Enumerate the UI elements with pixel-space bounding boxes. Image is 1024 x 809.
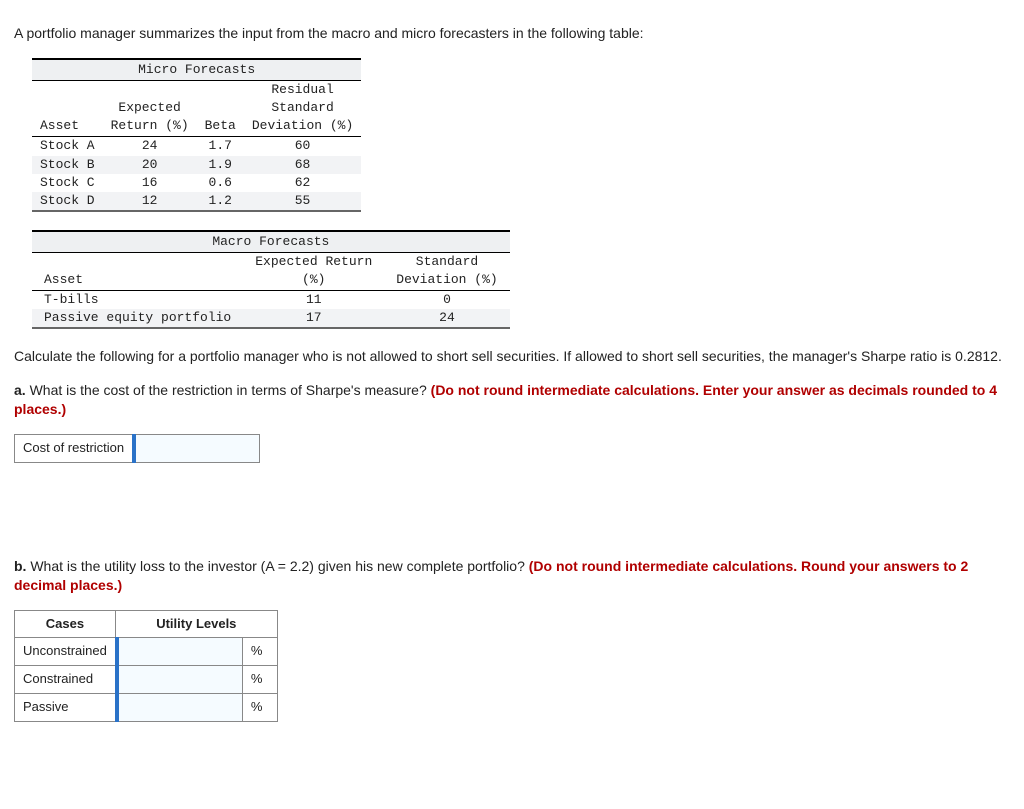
table-row: Stock D 12 1.2 55 [32, 192, 361, 211]
passive-input[interactable] [124, 697, 234, 718]
qa-text: What is the cost of the restriction in t… [26, 382, 431, 398]
micro-hdr-beta: Beta [197, 80, 244, 137]
table-row: Constrained % [15, 666, 278, 694]
case-label: Passive [15, 694, 116, 722]
constrained-input[interactable] [124, 669, 234, 690]
micro-hdr-expected: Expected Return (%) [103, 80, 197, 137]
qa-prefix: a. [14, 382, 26, 398]
macro-forecasts-table: Macro Forecasts Asset Expected Return (%… [32, 230, 510, 329]
input-marker-icon [115, 637, 119, 666]
micro-hdr-asset: Asset [32, 80, 103, 137]
constrained-input-cell[interactable] [115, 666, 242, 694]
macro-hdr-sd: Standard Deviation (%) [384, 253, 509, 290]
qb-text: What is the utility loss to the investor… [26, 558, 528, 574]
passive-input-cell[interactable] [115, 694, 242, 722]
table-row: Passive equity portfolio 17 24 [32, 309, 510, 328]
intro-text: A portfolio manager summarizes the input… [14, 24, 1010, 44]
case-label: Unconstrained [15, 638, 116, 666]
case-label: Constrained [15, 666, 116, 694]
micro-hdr-residual: Residual Standard Deviation (%) [244, 80, 361, 137]
table-row: Stock A 24 1.7 60 [32, 137, 361, 156]
utility-levels-header: Utility Levels [115, 611, 277, 638]
percent-suffix: % [242, 638, 277, 666]
micro-title: Micro Forecasts [32, 59, 361, 81]
cost-input[interactable] [141, 438, 251, 459]
micro-forecasts-table: Micro Forecasts Asset Expected Return (%… [32, 58, 361, 213]
utility-levels-table: Cases Utility Levels Unconstrained % Con… [14, 610, 278, 722]
question-a: a. What is the cost of the restriction i… [14, 381, 1010, 420]
unconstrained-input-cell[interactable] [115, 638, 242, 666]
calc-text: Calculate the following for a portfolio … [14, 347, 1010, 367]
cost-label: Cost of restriction [15, 434, 133, 462]
table-row: Unconstrained % [15, 638, 278, 666]
table-row: T-bills 11 0 [32, 290, 510, 309]
table-row: Stock B 20 1.9 68 [32, 156, 361, 174]
question-b: b. What is the utility loss to the inves… [14, 557, 1010, 596]
cases-header: Cases [15, 611, 116, 638]
unconstrained-input[interactable] [124, 641, 234, 662]
input-marker-icon [115, 665, 119, 694]
macro-title: Macro Forecasts [32, 231, 510, 253]
percent-suffix: % [242, 666, 277, 694]
input-marker-icon [115, 693, 119, 722]
table-row: Stock C 16 0.6 62 [32, 174, 361, 192]
macro-hdr-expected: Expected Return (%) [243, 253, 384, 290]
cost-input-cell[interactable] [133, 434, 260, 462]
cost-restriction-table: Cost of restriction [14, 434, 260, 463]
macro-hdr-asset: Asset [32, 253, 243, 290]
table-row: Passive % [15, 694, 278, 722]
input-marker-icon [132, 434, 136, 463]
qb-prefix: b. [14, 558, 26, 574]
percent-suffix: % [242, 694, 277, 722]
